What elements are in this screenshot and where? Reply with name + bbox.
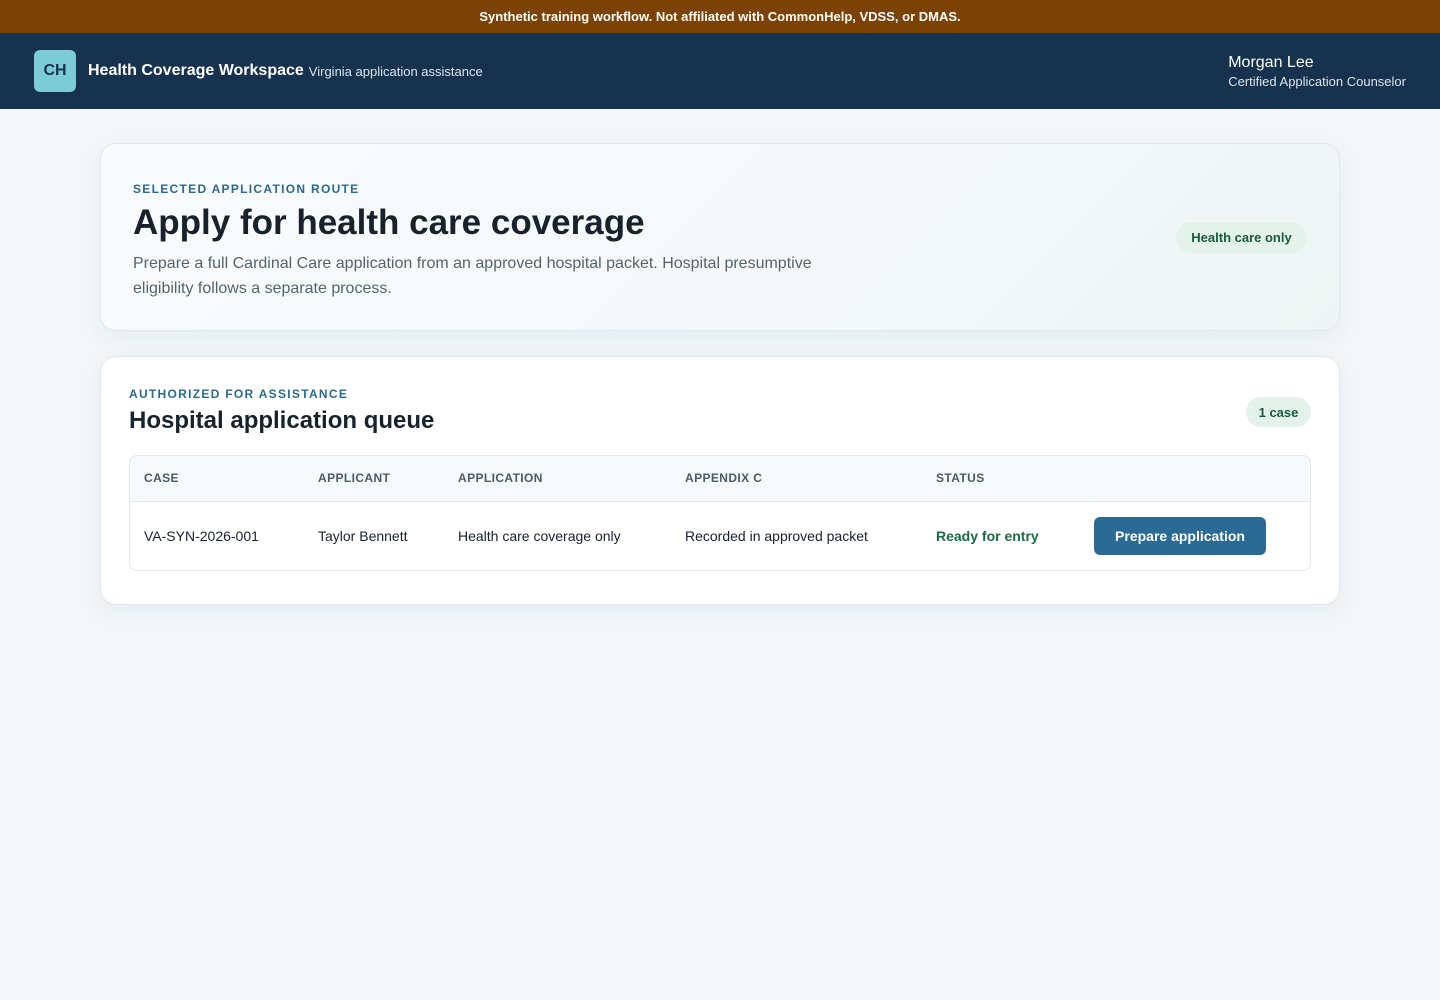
user-name: Morgan Lee (1228, 54, 1314, 71)
appendix-c-cell: Recorded in approved packet (685, 527, 868, 544)
column-header-application[interactable]: APPLICATION (444, 456, 671, 502)
coverage-type-badge: Health care only (1176, 222, 1307, 253)
queue-table: CASE APPLICANT APPLICATION APPENDIX C ST… (129, 455, 1311, 571)
prepare-application-button[interactable]: Prepare application (1094, 516, 1266, 555)
column-header-status[interactable]: STATUS (922, 456, 1080, 502)
app-name: Health Coverage Workspace (88, 62, 304, 79)
route-eyebrow: SELECTED APPLICATION ROUTE (133, 182, 360, 196)
page-title: Apply for health care coverage (133, 203, 645, 242)
brand: CH Health Coverage Workspace Virginia ap… (34, 50, 483, 92)
action-cell: Prepare application (1080, 501, 1310, 570)
column-header-case[interactable]: CASE (130, 456, 304, 502)
case-count-badge: 1 case (1246, 397, 1311, 427)
column-header-appendix-c[interactable]: APPENDIX C (671, 456, 922, 502)
applicant-cell: Taylor Bennett (318, 527, 408, 544)
application-cell: Health care coverage only (458, 527, 621, 544)
user-info: Morgan Lee Certified Application Counsel… (1228, 53, 1406, 89)
disclaimer-banner: Synthetic training workflow. Not affilia… (0, 0, 1440, 33)
case-id-cell: VA-SYN-2026-001 (144, 527, 259, 544)
disclaimer-text: Synthetic training workflow. Not affilia… (479, 9, 961, 24)
application-queue-card: AUTHORIZED FOR ASSISTANCE Hospital appli… (100, 356, 1340, 605)
status-cell: Ready for entry (936, 527, 1039, 544)
user-role: Certified Application Counselor (1228, 74, 1406, 89)
route-description: Prepare a full Cardinal Care application… (133, 255, 812, 297)
column-header-applicant[interactable]: APPLICANT (304, 456, 444, 502)
app-logo: CH (34, 50, 76, 92)
column-header-actions (1080, 456, 1310, 502)
queue-title: Hospital application queue (129, 407, 435, 434)
app-header: CH Health Coverage Workspace Virginia ap… (0, 33, 1440, 109)
table-row: VA-SYN-2026-001 Taylor Bennett Health ca… (130, 501, 1310, 570)
app-subtitle: Virginia application assistance (308, 63, 483, 79)
table-header-row: CASE APPLICANT APPLICATION APPENDIX C ST… (130, 456, 1310, 502)
application-route-card: SELECTED APPLICATION ROUTE Apply for hea… (100, 143, 1340, 331)
queue-eyebrow: AUTHORIZED FOR ASSISTANCE (129, 387, 349, 401)
